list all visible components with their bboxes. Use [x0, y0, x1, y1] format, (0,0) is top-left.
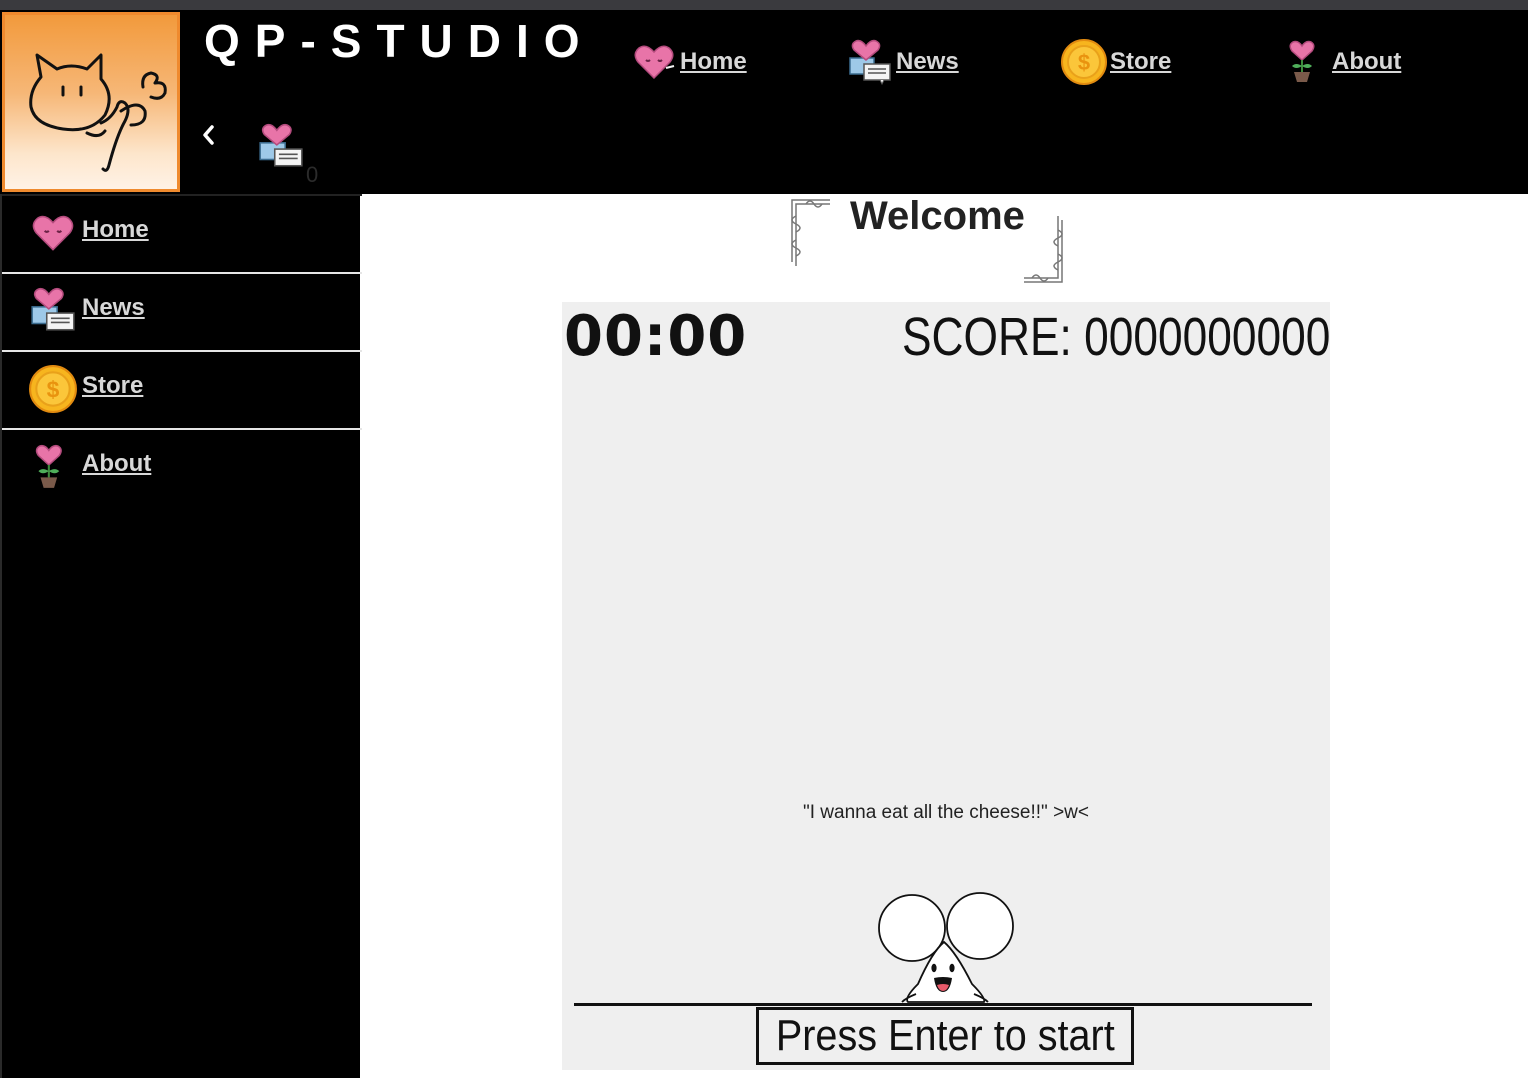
message-count-badge: 0 — [306, 162, 319, 187]
topnav-news-label: News — [896, 48, 959, 75]
svg-text:$: $ — [1078, 50, 1090, 75]
sidebar-item-label: News — [82, 294, 145, 321]
sidebar-item-news[interactable]: News — [2, 272, 362, 350]
corner-ornament-top-left — [786, 196, 832, 270]
sidebar-item-store[interactable]: $ Store — [2, 350, 362, 428]
mouse-quote: "I wanna eat all the cheese!!" >w< — [802, 802, 1089, 823]
heart-message-icon — [259, 123, 303, 167]
sidebar-item-label: Home — [82, 216, 149, 243]
sidebar-nav: Home News $ Store About — [0, 194, 362, 1078]
corner-ornament-bottom-right — [1022, 212, 1068, 288]
heart-icon — [630, 38, 678, 86]
site-title: QP-STUDIO — [204, 15, 595, 67]
topnav-store[interactable]: $ Store — [1060, 36, 1171, 88]
start-prompt-label: Press Enter to start — [775, 1011, 1115, 1060]
back-chevron-icon[interactable] — [198, 122, 220, 148]
game-timer: 00:00 — [564, 304, 748, 369]
gold-coin-icon: $ — [1060, 38, 1108, 86]
browser-top-strip — [0, 0, 1528, 10]
heart-message-icon — [28, 286, 78, 336]
site-logo[interactable] — [2, 12, 180, 192]
topnav-store-label: Store — [1110, 48, 1172, 75]
page-heading: Welcome — [850, 194, 1025, 238]
sidebar-item-label: About — [82, 450, 152, 477]
svg-text:$: $ — [47, 376, 60, 402]
game-canvas[interactable]: 00:00 SCORE: 0000000000 "I wanna eat all… — [562, 302, 1330, 1070]
topnav-about[interactable]: About — [1282, 36, 1401, 88]
topnav-home[interactable]: Home — [630, 36, 747, 88]
mouse-character — [876, 888, 1016, 1006]
cat-logo-icon — [29, 53, 167, 172]
heart-flower-icon — [1282, 38, 1330, 86]
sidebar-item-about[interactable]: About — [2, 428, 362, 506]
topnav-home-label: Home — [680, 48, 747, 75]
heart-flower-icon — [28, 442, 78, 492]
sidebar-item-label: Store — [82, 372, 144, 399]
sidebar-item-home[interactable]: Home — [2, 194, 362, 272]
topnav-news[interactable]: News — [846, 36, 959, 88]
game-score: SCORE: 0000000000 — [901, 307, 1330, 367]
site-header: QP-STUDIO Home News $ Store About 0 — [0, 10, 1528, 194]
gold-coin-icon: $ — [28, 364, 78, 414]
topnav-about-label: About — [1332, 48, 1402, 75]
start-prompt-button[interactable]: Press Enter to start — [756, 1007, 1134, 1065]
game-floor-line — [574, 1003, 1312, 1006]
heart-icon — [28, 208, 78, 258]
heart-message-icon — [846, 38, 894, 86]
